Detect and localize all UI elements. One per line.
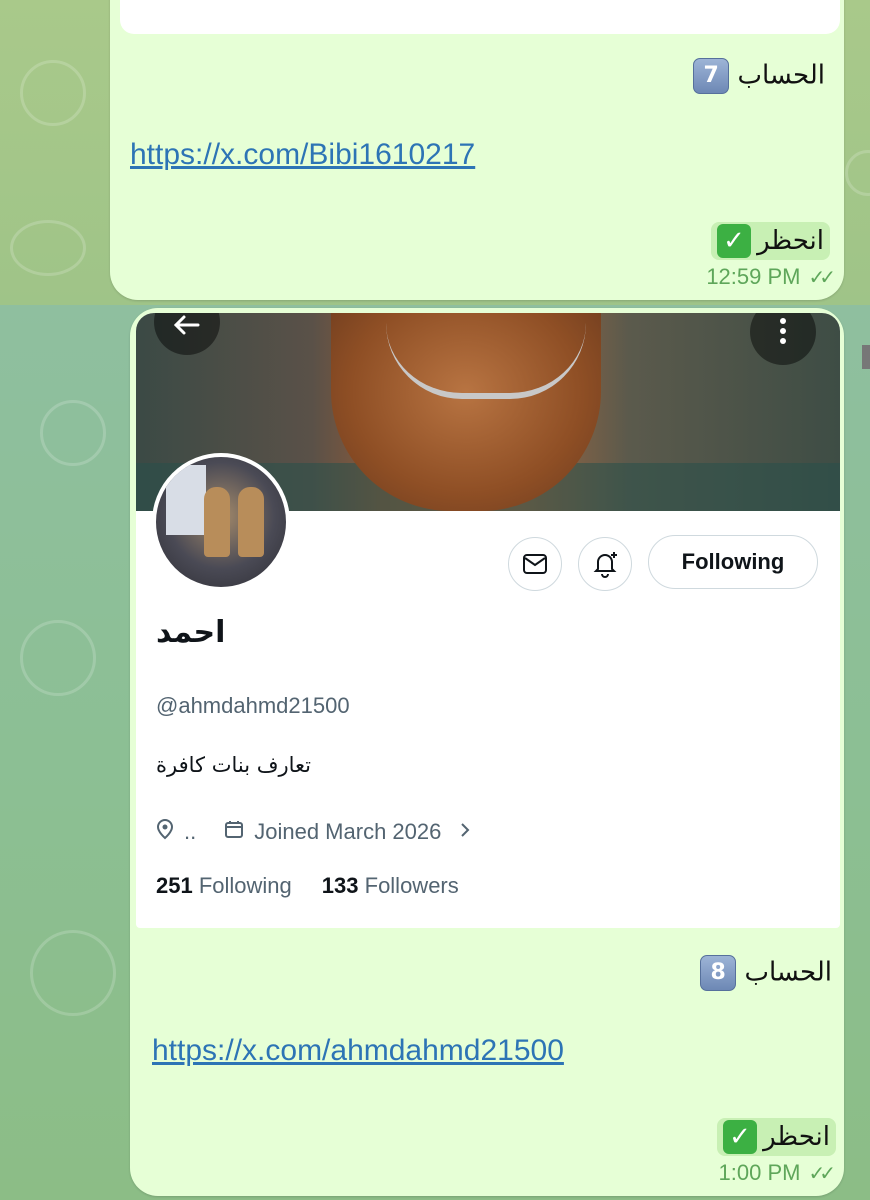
wallpaper-doodle [20,60,86,126]
profile-link[interactable]: https://x.com/Bibi1610217 [130,138,475,172]
avatar-screen [166,465,206,535]
location-pin-icon [156,818,174,846]
wallpaper-doodle [10,220,86,276]
message-time: 1:00 PM [718,1160,801,1185]
profile-location: .. [184,819,197,844]
wallpaper-doodle [40,400,106,466]
profile-joined: Joined March 2026 [254,819,442,844]
avatar-figure [238,487,264,557]
number-badge-icon: 7 [693,58,730,94]
scrollbar[interactable] [862,345,870,369]
followers-count-link[interactable]: 133 Followers [322,873,459,899]
wallpaper-doodle [30,930,116,1016]
followers-count: 133 [321,873,359,898]
avatar[interactable] [152,453,290,591]
message-envelope-icon[interactable] [508,537,562,591]
back-arrow-icon[interactable] [154,313,220,355]
notification-bell-plus-icon[interactable] [578,537,632,591]
following-count-link[interactable]: 251 Following [156,873,292,899]
block-status: انحظر ✓ [711,222,830,260]
following-label: Following [198,873,292,898]
followers-label: Followers [364,873,459,898]
number-badge-icon: 8 [700,955,737,991]
double-check-icon: ✓✓ [808,266,835,289]
double-check-icon: ✓✓ [808,1162,835,1185]
block-label: انحظر [763,1122,830,1152]
check-mark-icon: ✓ [723,1120,758,1154]
profile-counts: 251 Following 133 Followers [156,873,459,899]
following-button[interactable]: Following [648,535,818,589]
message-meta: 1:00 PM ✓✓ [718,1160,836,1186]
account-label-line: الحساب 8 [692,955,832,991]
profile-name: احمد [156,615,226,650]
calendar-icon [224,819,244,845]
profile-handle: @ahmdahmd21500 [156,693,350,718]
account-label: الحساب [744,957,832,988]
block-label: انحظر [757,226,824,256]
account-label: الحساب [737,60,825,91]
wallpaper-doodle [20,620,96,696]
message-time: 12:59 PM [706,264,801,289]
block-status: انحظر ✓ [717,1118,836,1156]
chevron-right-icon[interactable] [459,819,471,845]
check-mark-icon: ✓ [717,224,752,258]
message-meta: 12:59 PM ✓✓ [706,264,836,290]
following-count: 251 [156,873,193,898]
account-label-line: الحساب 7 [685,58,825,94]
profile-bio: تعارف بنات كافرة [156,753,312,777]
profile-screenshot[interactable]: Following احمد @ahmdahmd21500 تعارف بنات… [136,313,840,928]
profile-link[interactable]: https://x.com/ahmdahmd21500 [152,1034,564,1068]
avatar-figure [204,487,230,557]
previous-screenshot-card[interactable] [120,0,840,34]
more-options-icon[interactable] [750,313,816,365]
profile-meta-row: .. Joined March 2026 [156,818,471,846]
